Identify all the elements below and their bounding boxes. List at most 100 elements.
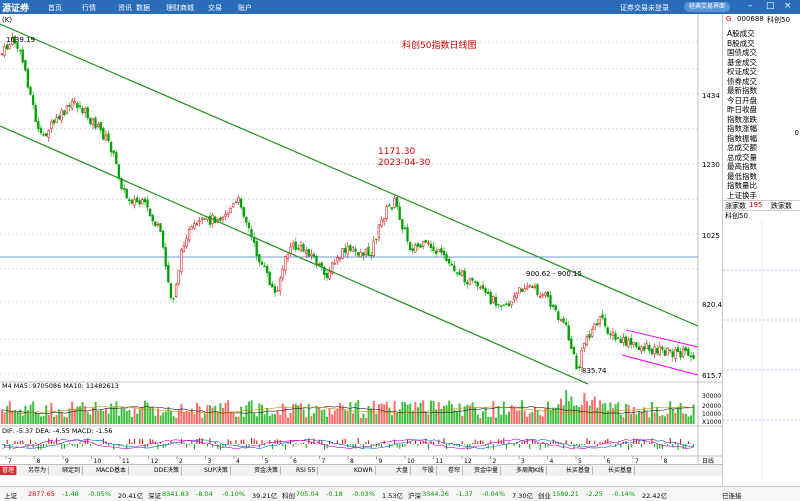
candle-body (256, 241, 258, 255)
macd-bar (64, 444, 65, 449)
candle-body (19, 50, 21, 51)
candle-body (79, 106, 81, 107)
menu-quotes[interactable]: 行情 (82, 3, 96, 13)
macd-bar (480, 440, 481, 444)
tab-1[interactable]: 另存为 (26, 466, 49, 475)
sidebar-code: 000688 (737, 15, 764, 23)
login-status[interactable]: 证券交易未登录 (620, 3, 669, 13)
volume-bar (651, 402, 653, 424)
menu-account[interactable]: 账户 (238, 3, 252, 13)
candles (1, 32, 694, 372)
indicator-label: (K) (2, 16, 12, 24)
menu-news[interactable]: 资讯 (118, 3, 132, 13)
macd-bar (628, 444, 629, 450)
candle-body (349, 245, 351, 250)
minimize-icon[interactable]: – (748, 1, 753, 11)
macd-bar (119, 444, 120, 447)
volume-bar (407, 405, 409, 424)
tab-13[interactable]: 多周期K线 (514, 466, 547, 475)
candle-body (308, 249, 310, 256)
candle-body (435, 251, 437, 254)
volume-bar (641, 412, 643, 424)
tab-12[interactable]: 资金中量 (472, 466, 501, 475)
volume-bar (469, 405, 471, 424)
candle-body (48, 131, 50, 138)
macd-bar (576, 444, 577, 445)
tab-0[interactable]: 管理 (0, 466, 17, 475)
tab-3[interactable]: MACD基本 (94, 466, 129, 475)
macd-bar (522, 442, 523, 444)
volume-bar (271, 414, 273, 424)
candle-body (84, 109, 86, 113)
macd-bar (238, 444, 239, 445)
volume-bar (375, 414, 377, 424)
volume-bar (576, 405, 578, 424)
tab-11[interactable]: 卷帘 (446, 466, 463, 475)
close-icon[interactable]: × (784, 1, 792, 11)
volume-bar (40, 416, 42, 424)
candle-body (407, 227, 409, 241)
candle-body (131, 200, 133, 203)
tab-6[interactable]: 资金决策 (252, 466, 281, 475)
volume-bar (261, 405, 263, 424)
candle-body (630, 338, 632, 344)
candle-body (321, 263, 323, 266)
tab-14[interactable]: 长买基盘 (564, 466, 593, 475)
volume-bar (557, 404, 559, 424)
macd-bar (477, 441, 478, 444)
volume-bar (461, 416, 463, 424)
candle-body (568, 326, 570, 340)
macd-bar (301, 443, 302, 444)
macd-bar (41, 444, 42, 450)
candle-body (362, 253, 364, 256)
macd-bar (20, 441, 21, 444)
menu-data[interactable]: 数据 (136, 3, 150, 13)
candle-body (162, 231, 164, 248)
volume-bar (531, 412, 533, 424)
volume-bar (128, 410, 130, 424)
candle-body (680, 351, 682, 357)
candle-body (378, 225, 380, 238)
status-item: 7.30亿 (512, 490, 533, 500)
volume-bar (266, 408, 268, 424)
volume-bar (505, 415, 507, 424)
sidebar-row: 上证换手 (727, 190, 757, 201)
candle-body (446, 254, 448, 260)
macd-bar (139, 439, 140, 444)
candle-body (167, 265, 169, 282)
volume-bar (451, 404, 453, 424)
macd-bar (69, 443, 70, 444)
candle-body (479, 287, 481, 288)
macd-bar (35, 442, 36, 444)
macd-bar (113, 444, 114, 450)
candle-body (524, 289, 526, 291)
tab-15[interactable]: 长买基盘 (606, 466, 635, 475)
macd-bar (77, 444, 78, 448)
tab-10[interactable]: 牛股 (420, 466, 437, 475)
volume-bar (381, 403, 383, 424)
maximize-icon[interactable]: □ (766, 1, 775, 11)
tab-7[interactable]: RSI 55 (294, 466, 318, 475)
tab-9[interactable]: 大盘 (394, 466, 411, 475)
menu-mall[interactable]: 理财商城 (166, 3, 194, 13)
macd-bar (657, 444, 658, 449)
kline-chart[interactable]: (K) 1639.19 科创50指数日线图 1171.30 2023-04-30… (0, 14, 722, 464)
macd-bar (7, 440, 8, 444)
macd-bar (446, 444, 447, 449)
macd-bar (589, 441, 590, 444)
status-item: 沪深 (408, 490, 421, 500)
volume-bar (534, 407, 536, 424)
menu-home[interactable]: 首页 (48, 3, 62, 13)
menu-trade[interactable]: 交易 (208, 3, 222, 13)
tab-2[interactable]: 绑定到 (60, 466, 83, 475)
status-item: -8.04 (196, 490, 213, 498)
tab-5[interactable]: SUP决策 (202, 466, 231, 475)
chart-area[interactable]: (K) 1639.19 科创50指数日线图 1171.30 2023-04-30… (0, 14, 722, 486)
tab-4[interactable]: DDE决策 (152, 466, 182, 475)
volume-bar (287, 418, 289, 424)
tab-8[interactable]: KDWR (352, 466, 376, 475)
candle-body (622, 337, 624, 342)
volume-bar (388, 408, 390, 424)
classic-trade-button[interactable]: 经典交易界面 (684, 2, 730, 12)
macd-bar (402, 444, 403, 447)
